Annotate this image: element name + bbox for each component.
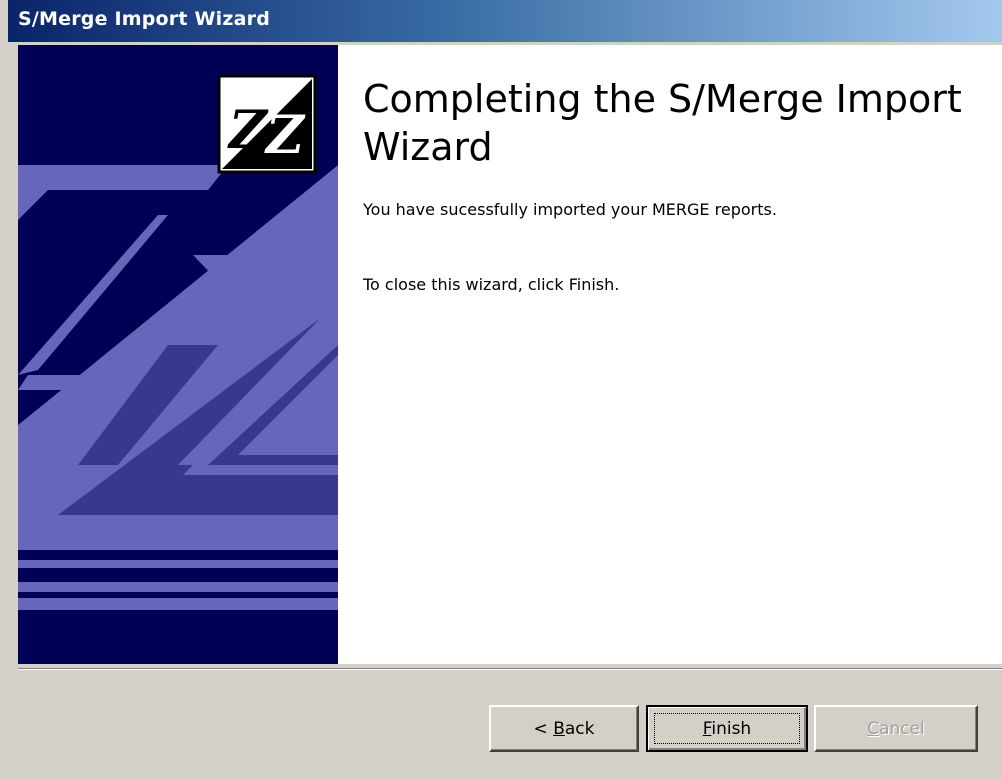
finish-button-label: Finish bbox=[702, 718, 752, 739]
svg-text:Z: Z bbox=[264, 105, 306, 166]
success-message: You have sucessfully imported your MERGE… bbox=[363, 200, 777, 219]
close-instruction: To close this wizard, click Finish. bbox=[363, 275, 620, 294]
back-button[interactable]: < Back bbox=[489, 705, 639, 752]
wizard-window: S/Merge Import Wizard Z Z Completing the… bbox=[0, 0, 1002, 780]
button-area-divider-highlight bbox=[18, 669, 1002, 670]
cancel-button[interactable]: Cancel bbox=[814, 705, 978, 752]
page-title: Completing the S/Merge Import Wizard bbox=[363, 77, 962, 169]
wizard-banner: Z Z bbox=[18, 45, 338, 664]
zz-logo-icon: Z Z bbox=[217, 74, 317, 174]
finish-button[interactable]: Finish bbox=[646, 705, 808, 752]
title-bar[interactable]: S/Merge Import Wizard bbox=[8, 0, 1002, 42]
back-button-label: < Back bbox=[533, 718, 595, 739]
banner-graphic: Z Z bbox=[18, 45, 338, 664]
svg-text:Z: Z bbox=[227, 100, 269, 161]
cancel-button-label: Cancel bbox=[867, 718, 925, 739]
window-title: S/Merge Import Wizard bbox=[18, 8, 270, 30]
wizard-content-panel: Completing the S/Merge Import Wizard You… bbox=[338, 45, 1002, 664]
